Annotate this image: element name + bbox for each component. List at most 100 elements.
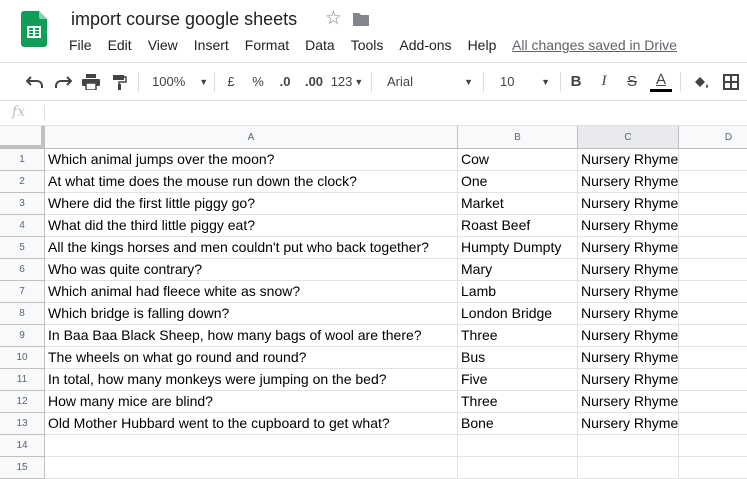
cell-c[interactable]: Nursery Rhymes	[578, 149, 679, 171]
cell-a[interactable]: Where did the first little piggy go?	[45, 193, 458, 215]
decrease-decimal-button[interactable]: .0	[273, 63, 297, 100]
folder-icon[interactable]	[352, 11, 370, 27]
row-header[interactable]: 10	[0, 347, 45, 369]
row-header[interactable]: 13	[0, 413, 45, 435]
save-status-link[interactable]: All changes saved in Drive	[512, 37, 677, 53]
cell-c[interactable]: Nursery Rhymes	[578, 325, 679, 347]
cell-d[interactable]	[679, 149, 747, 171]
column-header-a[interactable]: A	[45, 126, 458, 149]
cell-a[interactable]: Which animal had fleece white as snow?	[45, 281, 458, 303]
star-icon[interactable]: ☆	[325, 9, 342, 29]
cell-d[interactable]	[679, 215, 747, 237]
currency-button[interactable]: £	[222, 63, 240, 100]
cell-d[interactable]	[679, 303, 747, 325]
cell-c[interactable]: Nursery Rhymes	[578, 193, 679, 215]
cell-d[interactable]	[679, 435, 747, 457]
cell-a[interactable]: Which animal jumps over the moon?	[45, 149, 458, 171]
cell-a[interactable]: All the kings horses and men couldn't pu…	[45, 237, 458, 259]
cell-b[interactable]: Bus	[458, 347, 578, 369]
menu-insert[interactable]: Insert	[186, 37, 237, 55]
cell-d[interactable]	[679, 347, 747, 369]
cell-c[interactable]: Nursery Rhymes	[578, 413, 679, 435]
cell-a[interactable]: In total, how many monkeys were jumping …	[45, 369, 458, 391]
cell-d[interactable]	[679, 237, 747, 259]
row-header[interactable]: 11	[0, 369, 45, 391]
cell-c[interactable]: Nursery Rhymes	[578, 347, 679, 369]
cell-b[interactable]: One	[458, 171, 578, 193]
row-header[interactable]: 3	[0, 193, 45, 215]
more-formats-button[interactable]: 123 ▼	[329, 63, 365, 100]
formula-input[interactable]	[50, 101, 740, 125]
row-header[interactable]: 15	[0, 457, 45, 479]
cell-b[interactable]	[458, 457, 578, 479]
cell-b[interactable]: Three	[458, 325, 578, 347]
cell-b[interactable]: London Bridge	[458, 303, 578, 325]
cell-c[interactable]: Nursery Rhymes	[578, 259, 679, 281]
cell-a[interactable]: Which bridge is falling down?	[45, 303, 458, 325]
document-title[interactable]: import course google sheets	[71, 9, 297, 30]
cell-a[interactable]: Old Mother Hubbard went to the cupboard …	[45, 413, 458, 435]
cell-c[interactable]: Nursery Rhymes	[578, 303, 679, 325]
select-all-corner[interactable]	[0, 126, 45, 149]
cell-b[interactable]: Five	[458, 369, 578, 391]
cell-b[interactable]: Roast Beef	[458, 215, 578, 237]
cell-d[interactable]	[679, 325, 747, 347]
menu-help[interactable]: Help	[460, 37, 505, 55]
cell-c[interactable]: Nursery Rhymes	[578, 369, 679, 391]
zoom-select[interactable]: 100% ▼	[148, 63, 210, 100]
cell-d[interactable]	[679, 281, 747, 303]
cell-c[interactable]: Nursery Rhymes	[578, 391, 679, 413]
strikethrough-button[interactable]: S	[622, 63, 642, 100]
sheets-logo-icon[interactable]	[21, 11, 47, 47]
cell-b[interactable]: Mary	[458, 259, 578, 281]
row-header[interactable]: 2	[0, 171, 45, 193]
row-header[interactable]: 4	[0, 215, 45, 237]
cell-b[interactable]: Three	[458, 391, 578, 413]
redo-icon[interactable]	[52, 63, 74, 100]
cell-d[interactable]	[679, 413, 747, 435]
increase-decimal-button[interactable]: .00	[301, 63, 327, 100]
cell-b[interactable]: Bone	[458, 413, 578, 435]
column-header-d[interactable]: D	[679, 126, 747, 149]
italic-button[interactable]: I	[594, 63, 614, 100]
menu-view[interactable]: View	[140, 37, 186, 55]
cell-d[interactable]	[679, 457, 747, 479]
font-select[interactable]: Arial ▼	[381, 63, 477, 100]
row-header[interactable]: 14	[0, 435, 45, 457]
menu-edit[interactable]: Edit	[100, 37, 140, 55]
cell-c[interactable]	[578, 435, 679, 457]
cell-c[interactable]: Nursery Rhymes	[578, 237, 679, 259]
cell-d[interactable]	[679, 259, 747, 281]
cell-a[interactable]: How many mice are blind?	[45, 391, 458, 413]
cell-a[interactable]: What did the third little piggy eat?	[45, 215, 458, 237]
row-header[interactable]: 12	[0, 391, 45, 413]
cell-a[interactable]	[45, 457, 458, 479]
undo-icon[interactable]	[24, 63, 46, 100]
cell-c[interactable]: Nursery Rhymes	[578, 215, 679, 237]
cell-d[interactable]	[679, 171, 747, 193]
cell-a[interactable]: At what time does the mouse run down the…	[45, 171, 458, 193]
cell-c[interactable]: Nursery Rhymes	[578, 171, 679, 193]
cell-d[interactable]	[679, 369, 747, 391]
menu-file[interactable]: File	[61, 37, 100, 55]
cell-c[interactable]	[578, 457, 679, 479]
cell-b[interactable]: Humpty Dumpty	[458, 237, 578, 259]
cell-b[interactable]: Market	[458, 193, 578, 215]
cell-a[interactable]: In Baa Baa Black Sheep, how many bags of…	[45, 325, 458, 347]
cell-b[interactable]: Lamb	[458, 281, 578, 303]
print-icon[interactable]	[80, 63, 102, 100]
cell-b[interactable]: Cow	[458, 149, 578, 171]
borders-icon[interactable]	[720, 63, 742, 100]
menu-format[interactable]: Format	[237, 37, 297, 55]
cell-d[interactable]	[679, 193, 747, 215]
column-header-b[interactable]: B	[458, 126, 578, 149]
percent-button[interactable]: %	[249, 63, 267, 100]
paint-format-icon[interactable]	[108, 63, 130, 100]
row-header[interactable]: 9	[0, 325, 45, 347]
column-header-c[interactable]: C	[578, 126, 679, 149]
cell-a[interactable]: Who was quite contrary?	[45, 259, 458, 281]
row-header[interactable]: 7	[0, 281, 45, 303]
cell-c[interactable]: Nursery Rhymes	[578, 281, 679, 303]
menu-addons[interactable]: Add-ons	[391, 37, 459, 55]
fill-color-icon[interactable]	[690, 63, 712, 100]
